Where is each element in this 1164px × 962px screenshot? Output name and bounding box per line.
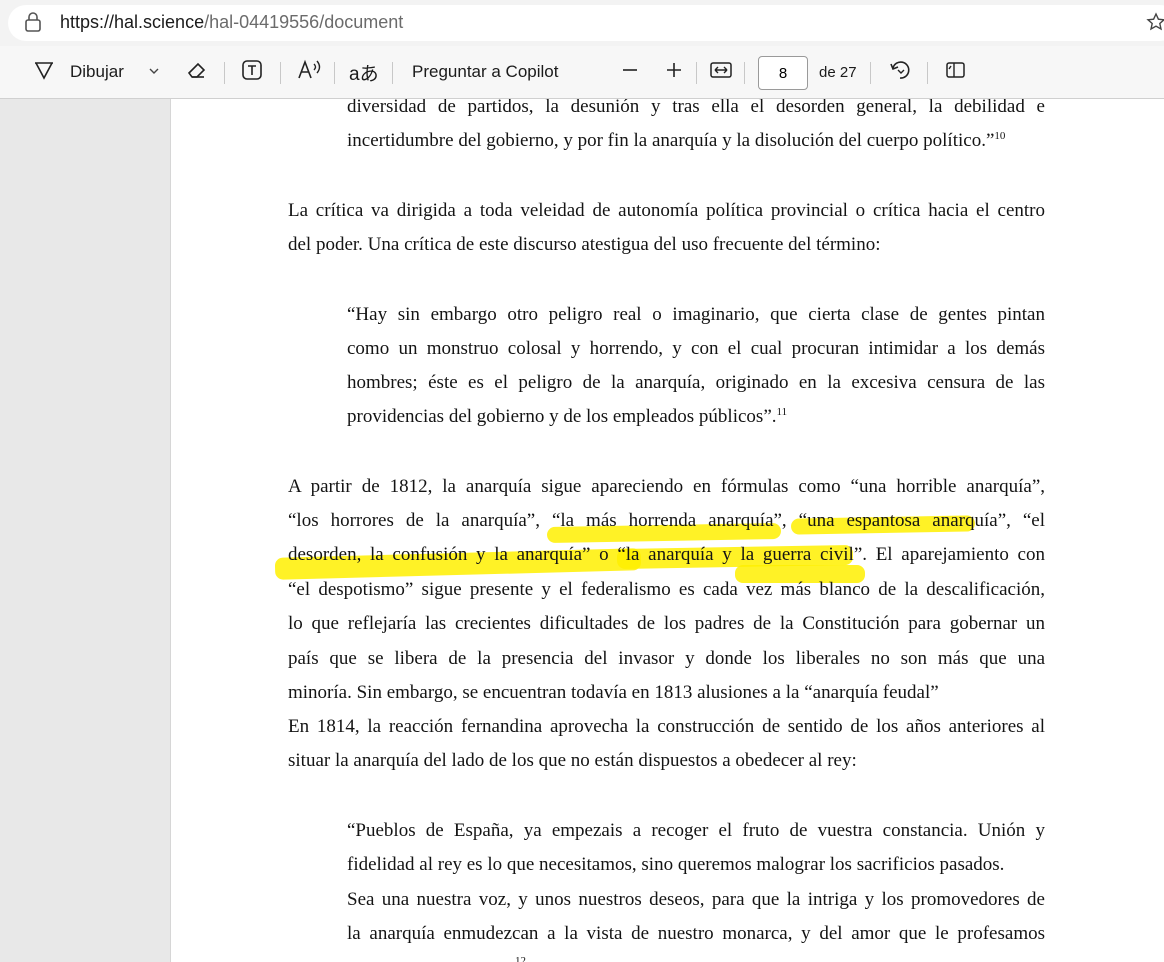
- toolbar-divider: [392, 62, 393, 84]
- read-aloud-icon: [297, 58, 323, 87]
- text-line: del poder. Una crítica de este discurso …: [288, 234, 881, 255]
- minus-icon: [621, 61, 639, 84]
- zoom-out-button[interactable]: [621, 46, 639, 98]
- text-line: fidelidad al rey es lo que necesitamos, …: [347, 854, 1005, 875]
- url-text[interactable]: https://hal.science/hal-04419556/documen…: [60, 12, 403, 33]
- footnote-ref[interactable]: 12: [515, 955, 526, 962]
- text-line-partial: 12: [515, 955, 526, 962]
- toolbar-divider: [927, 62, 928, 84]
- text-line: providencias del gobierno y de los emple…: [347, 406, 787, 428]
- toolbar-divider: [280, 62, 281, 84]
- rotate-button[interactable]: [888, 46, 912, 98]
- page-view-button[interactable]: [944, 46, 968, 98]
- text-line: La crítica va dirigida a toda veleidad d…: [288, 200, 1045, 221]
- text-line: diversidad de partidos, la desunión y tr…: [347, 99, 1045, 117]
- draw-button[interactable]: Dibujar: [32, 46, 160, 98]
- rotate-icon: [888, 58, 912, 87]
- text-line: hombres; éste es el peligro de la anarqu…: [347, 372, 1045, 393]
- copilot-label: Preguntar a Copilot: [412, 62, 559, 81]
- text-line: como un monstruo colosal y horrendo, y c…: [347, 338, 1045, 359]
- read-aloud-button[interactable]: [297, 46, 323, 98]
- text-line: En 1814, la reacción fernandina aprovech…: [288, 716, 1045, 737]
- footnote-ref[interactable]: 10: [994, 130, 1005, 142]
- add-text-button[interactable]: [240, 46, 264, 98]
- toolbar-divider: [870, 62, 871, 84]
- text-line: desorden, la confusión y la anarquía” o …: [288, 544, 1045, 565]
- url-path: /hal-04419556/document: [204, 12, 404, 32]
- text-line-content: incertidumbre del gobierno, y por fin la…: [347, 130, 995, 151]
- erase-button[interactable]: [184, 46, 208, 98]
- text-line: la anarquía enmudezcan a la vista de nue…: [347, 923, 1045, 944]
- text-box-icon: [240, 58, 264, 87]
- text-line: minoría. Sin embargo, se encuentran toda…: [288, 682, 939, 703]
- draw-pen-icon: [32, 58, 56, 87]
- ask-copilot-button[interactable]: Preguntar a Copilot: [412, 46, 558, 98]
- fit-width-button[interactable]: [709, 46, 733, 98]
- page-total: de 27: [819, 63, 857, 81]
- url-host: https://hal.science: [60, 12, 205, 32]
- text-line: Sea una nuestra voz, y unos nuestros des…: [347, 889, 1045, 910]
- translate-icon: aあ: [349, 63, 379, 85]
- footnote-ref[interactable]: 11: [777, 406, 788, 418]
- toolbar-divider: [696, 62, 697, 84]
- address-bar: https://hal.science/hal-04419556/documen…: [0, 0, 1164, 46]
- two-page-icon: [944, 59, 968, 86]
- fit-width-icon: [709, 60, 733, 85]
- plus-icon: [665, 61, 683, 84]
- text-line-content: providencias del gobierno y de los emple…: [347, 406, 777, 427]
- text-line: “los horrores de la anarquía”, “la más h…: [288, 510, 1045, 531]
- toolbar-divider: [334, 62, 335, 84]
- toolbar-divider: [744, 62, 745, 84]
- chevron-down-icon[interactable]: [148, 62, 160, 82]
- text-line: “Hay sin embargo otro peligro real o ima…: [347, 304, 1045, 325]
- draw-label: Dibujar: [70, 62, 124, 81]
- text-line: “Pueblos de España, ya empezais a recoge…: [347, 820, 1045, 841]
- pdf-viewer[interactable]: diversidad de partidos, la desunión y tr…: [0, 99, 1164, 962]
- text-line: incertidumbre del gobierno, y por fin la…: [347, 130, 1005, 152]
- lock-icon[interactable]: [24, 12, 42, 37]
- text-line: país que se libera de la presencia del i…: [288, 648, 1045, 669]
- favorite-star-icon[interactable]: [1146, 12, 1164, 37]
- pdf-page: diversidad de partidos, la desunión y tr…: [170, 99, 1164, 962]
- text-line: A partir de 1812, la anarquía sigue apar…: [288, 476, 1045, 497]
- zoom-in-button[interactable]: [665, 46, 683, 98]
- pdf-toolbar: Dibujar aあ Preguntar a Copilot 8 de 27: [0, 46, 1164, 99]
- text-line: “el despotismo” sigue presente y el fede…: [288, 579, 1045, 600]
- text-line: situar la anarquía del lado de los que n…: [288, 750, 857, 771]
- eraser-icon: [184, 58, 208, 87]
- text-line: lo que reflejaría las crecientes dificul…: [288, 613, 1045, 634]
- translate-button[interactable]: aあ: [349, 46, 379, 98]
- toolbar-divider: [224, 62, 225, 84]
- page-number-input[interactable]: 8: [758, 56, 808, 90]
